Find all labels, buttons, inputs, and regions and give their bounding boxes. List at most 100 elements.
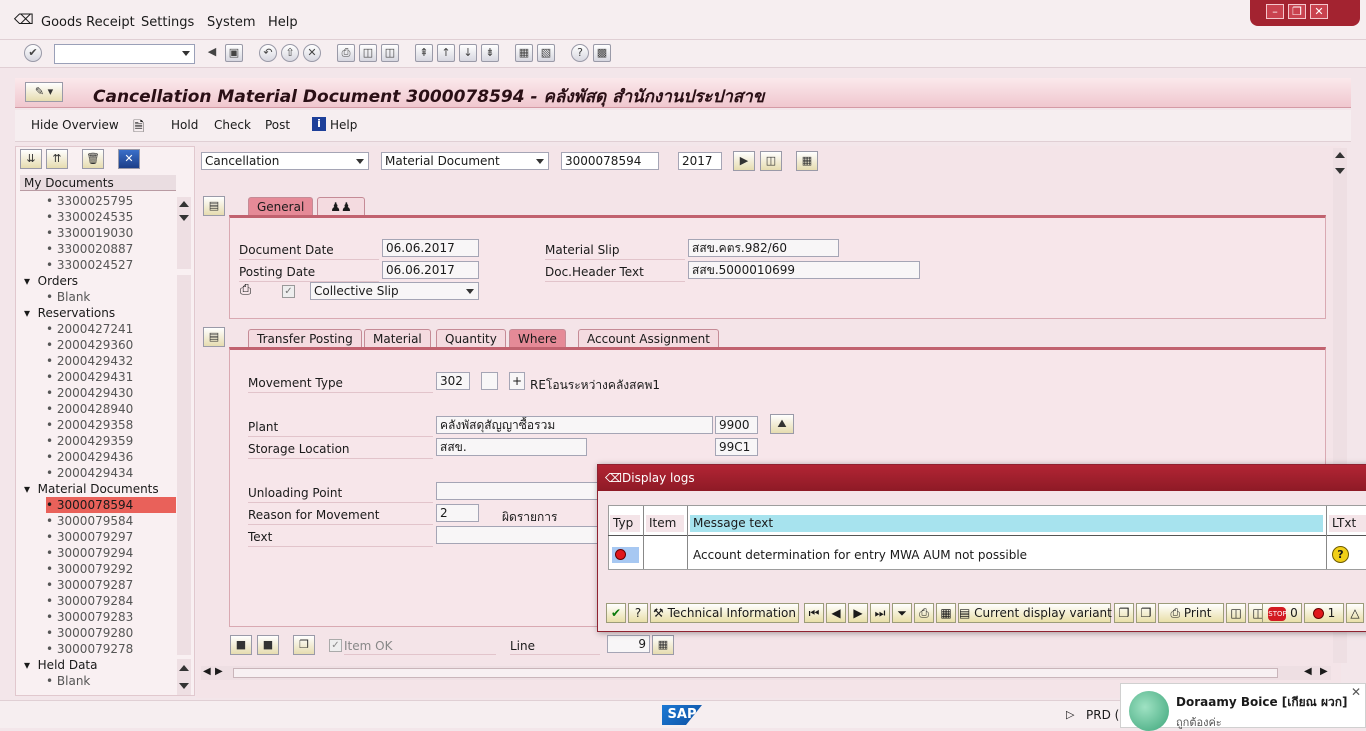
tab-where[interactable]: Where	[509, 329, 566, 349]
chat-notification[interactable]: Doraamy Boice [เกียณ ผวก] ถูกต้องค่ะ ✕	[1120, 683, 1366, 731]
collapse-all-icon[interactable]: ⇈	[46, 149, 68, 169]
menu-goods-receipt[interactable]: Goods Receipt	[41, 15, 135, 30]
error-filter-button[interactable]: 1	[1304, 603, 1344, 623]
tab-account-assignment[interactable]: Account Assignment	[578, 329, 719, 349]
warning-filter-icon[interactable]: △	[1346, 603, 1364, 623]
last-entry-icon[interactable]: ⏭	[870, 603, 890, 623]
technical-information-button[interactable]: ⚒ Technical Information	[650, 603, 799, 623]
command-field[interactable]	[54, 44, 195, 64]
print-slip-checkbox[interactable]: ✓	[282, 285, 295, 298]
tree-node-held-data[interactable]: ▾ Held Data	[24, 657, 97, 673]
tab-quantity[interactable]: Quantity	[436, 329, 506, 349]
tab-general[interactable]: General	[248, 197, 314, 217]
tree-item[interactable]: • 3000079278	[46, 641, 133, 657]
tree-item[interactable]: • 3300019030	[46, 225, 133, 241]
tree-scrollbar-top[interactable]	[177, 197, 191, 269]
restore-icon[interactable]: ❐	[1288, 4, 1306, 19]
tree-item[interactable]: • 3000079280	[46, 625, 133, 641]
status-expand-icon[interactable]: ▷	[1066, 708, 1074, 721]
unloading-point-input[interactable]	[436, 482, 606, 500]
tree-item[interactable]: • 3000079297	[46, 529, 133, 545]
tree-node-reservations[interactable]: ▾ Reservations	[24, 305, 115, 321]
next-item-icon[interactable]: ■	[257, 635, 279, 655]
scroll-thumb[interactable]	[233, 668, 1278, 678]
tree-item[interactable]: • 2000427241	[46, 321, 133, 337]
doc-header-text-input[interactable]: สสข.5000010699	[688, 261, 920, 279]
document-number-input[interactable]: 3000078594	[561, 152, 659, 170]
back-icon[interactable]: ↶	[259, 44, 277, 62]
log-row-type[interactable]	[612, 547, 639, 563]
find-next-icon[interactable]: ◫	[381, 44, 399, 62]
exit-icon[interactable]: ⇧	[281, 44, 299, 62]
log-row-message[interactable]: Account determination for entry MWA AUM …	[693, 548, 1027, 562]
tree-item[interactable]: • 3300024535	[46, 209, 133, 225]
new-session-icon[interactable]: ▦	[515, 44, 533, 62]
tree-item[interactable]: • 2000429358	[46, 417, 133, 433]
tree-scrollbar[interactable]	[177, 275, 191, 655]
back-arrow-icon[interactable]: ◀	[203, 44, 221, 62]
material-slip-input[interactable]: สสข.คตร.982/60	[688, 239, 839, 257]
slip-type-dropdown[interactable]: Collective Slip	[310, 282, 479, 300]
item-detail-toggle-icon[interactable]: ▤	[203, 327, 225, 347]
tree-item[interactable]: • 2000429360	[46, 337, 133, 353]
scroll-right-end-icon[interactable]: ▶	[1320, 666, 1328, 677]
info-icon[interactable]: i	[312, 117, 326, 131]
column-item[interactable]: Item	[646, 515, 684, 532]
menu-settings[interactable]: Settings	[141, 15, 194, 30]
shortcut-icon[interactable]: ▧	[537, 44, 555, 62]
tree-item[interactable]: • 2000429436	[46, 449, 133, 465]
next-entry-icon[interactable]: ▶	[848, 603, 868, 623]
first-page-icon[interactable]: ⇞	[415, 44, 433, 62]
system-info[interactable]: PRD (	[1086, 708, 1119, 722]
close-tree-icon[interactable]: ✕	[118, 149, 140, 169]
long-text-icon[interactable]: ?	[1332, 546, 1349, 563]
help-button[interactable]: Help	[330, 118, 357, 132]
year-input[interactable]: 2017	[678, 152, 722, 170]
close-window-icon[interactable]: ✕	[1310, 4, 1328, 19]
plant-code-input[interactable]: 9900	[715, 416, 758, 434]
column-typ[interactable]: Typ	[610, 515, 640, 532]
tree-item[interactable]: • 3000079284	[46, 593, 133, 609]
help-icon[interactable]: ?	[628, 603, 648, 623]
tree-item[interactable]: • 3300025795	[46, 193, 133, 209]
action-dropdown[interactable]: Cancellation	[201, 152, 369, 170]
current-display-variant-button[interactable]: ▤ Current display variant	[958, 603, 1112, 623]
scroll-left-end-icon[interactable]: ◀	[1304, 666, 1312, 677]
minimize-icon[interactable]: –	[1266, 4, 1284, 19]
confirm-icon[interactable]: ✔	[606, 603, 626, 623]
close-icon[interactable]: ✕	[1351, 685, 1361, 699]
previous-item-icon[interactable]: ■	[230, 635, 252, 655]
tree-item[interactable]: • 2000429432	[46, 353, 133, 369]
enter-icon[interactable]: ✔	[24, 44, 42, 62]
help-icon[interactable]: ?	[571, 44, 589, 62]
tree-node-orders[interactable]: ▾ Orders	[24, 273, 78, 289]
tree-item[interactable]: • 3000079292	[46, 561, 133, 577]
menu-help[interactable]: Help	[268, 15, 298, 30]
export-icon[interactable]: ❐	[1114, 603, 1134, 623]
line-select-icon[interactable]: ▦	[652, 635, 674, 655]
hold-button[interactable]: Hold	[171, 118, 198, 132]
plant-name-input[interactable]: คลังพัสดุสัญญาซื้อรวม	[436, 416, 713, 434]
save-icon[interactable]: ▣	[225, 44, 243, 62]
print-button[interactable]: ⎙ Print	[1158, 603, 1224, 623]
tree-item[interactable]: • 2000429359	[46, 433, 133, 449]
new-document-icon[interactable]: 🗎	[133, 116, 144, 140]
item-ok-checkbox[interactable]: ✓	[329, 639, 342, 652]
hide-overview-button[interactable]: Hide Overview	[31, 118, 119, 132]
tree-item[interactable]: • Blank	[46, 673, 90, 689]
tree-item[interactable]: • 2000429430	[46, 385, 133, 401]
storage-location-name-input[interactable]: สสข.	[436, 438, 587, 456]
search-help-icon[interactable]: ◫	[760, 151, 782, 171]
header-toggle-icon[interactable]: ▤	[203, 196, 225, 216]
previous-page-icon[interactable]: ↑	[437, 44, 455, 62]
delete-icon[interactable]: 🗑	[82, 149, 104, 169]
tab-vendor[interactable]: ♟♟	[317, 197, 365, 217]
tree-item[interactable]: • 2000428940	[46, 401, 133, 417]
tree-item[interactable]: • 3300024527	[46, 257, 133, 273]
cancel-icon[interactable]: ✕	[303, 44, 321, 62]
storage-location-code-input[interactable]: 99C1	[715, 438, 758, 456]
column-ltxt[interactable]: LTxt	[1329, 515, 1366, 532]
filter-icon[interactable]: ⏷	[892, 603, 912, 623]
previous-entry-icon[interactable]: ◀	[826, 603, 846, 623]
menu-icon[interactable]: ⌫	[14, 12, 34, 28]
